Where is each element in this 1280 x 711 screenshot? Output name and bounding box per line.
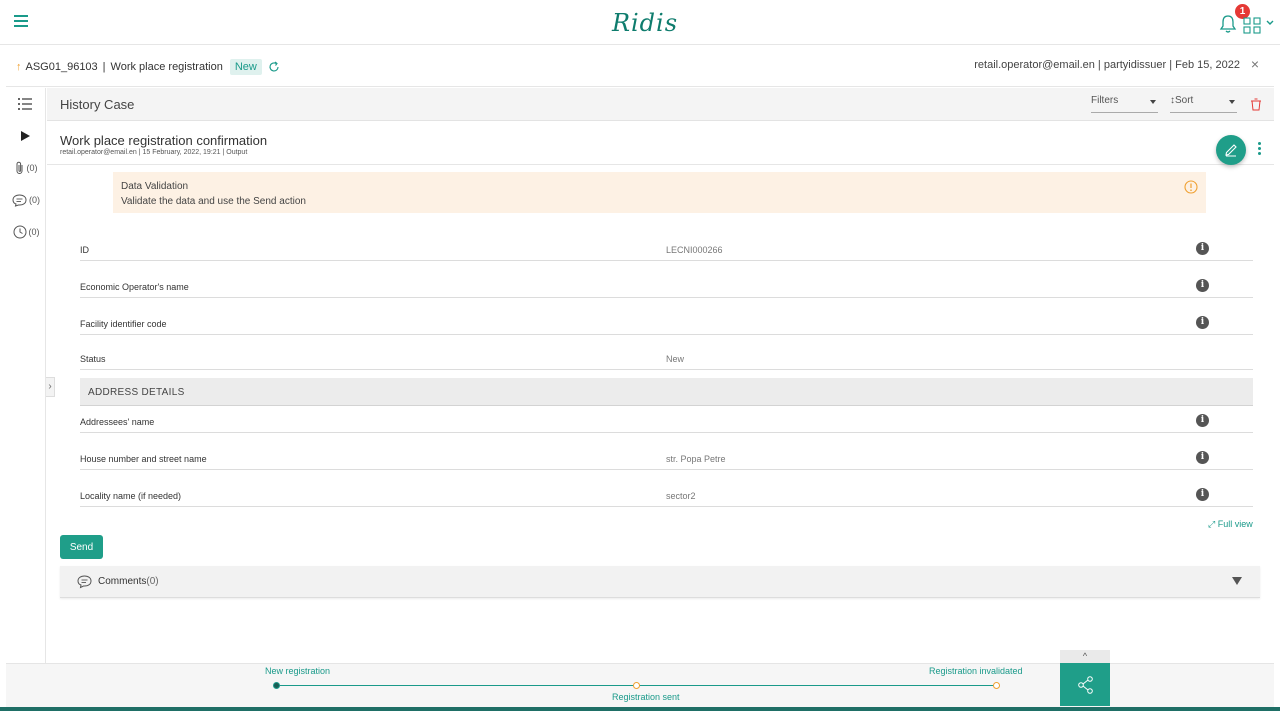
sort-label: Sort xyxy=(1175,95,1194,106)
field-row-status: Status New xyxy=(80,350,1253,370)
sidebar-item-attachments[interactable]: (0) xyxy=(6,158,46,178)
field-label: Status xyxy=(80,354,106,364)
app-logo: Ridis xyxy=(611,9,679,37)
case-id: ASG01_96103 xyxy=(25,61,98,73)
field-label: Addressees' name xyxy=(80,417,155,427)
chevron-right-icon[interactable]: › xyxy=(46,377,55,397)
caret-down-icon xyxy=(1229,100,1235,104)
comments-count: (0) xyxy=(29,195,40,205)
filters-dropdown[interactable]: Filters xyxy=(1091,95,1158,113)
field-value: str. Popa Petre xyxy=(666,454,726,464)
timeline-step-label: Registration invalidated xyxy=(929,666,1023,676)
section-title: ADDRESS DETAILS xyxy=(88,387,185,398)
timeline-step-dot[interactable] xyxy=(273,682,280,689)
comments-count: (0) xyxy=(146,576,159,587)
expand-icon: ⤢ xyxy=(1208,519,1216,529)
paperclip-icon xyxy=(16,161,22,174)
sort-dropdown[interactable]: ↕Sort xyxy=(1170,95,1237,113)
up-arrow-icon[interactable]: ↑ xyxy=(16,61,22,73)
edit-icon xyxy=(1225,144,1237,157)
clock-icon xyxy=(13,225,26,239)
address-details-header: ADDRESS DETAILS xyxy=(80,378,1253,406)
share-icon xyxy=(1078,676,1093,694)
history-count: (0) xyxy=(28,227,40,237)
info-icon[interactable]: i xyxy=(1196,242,1209,255)
field-row-locality: Locality name (if needed) sector2 i xyxy=(80,487,1253,507)
field-label: House number and street name xyxy=(80,454,207,464)
full-view-link[interactable]: ⤢ Full view xyxy=(1208,519,1253,530)
separator: | xyxy=(102,61,106,73)
history-title: History Case xyxy=(60,97,135,112)
sidebar-item-history[interactable]: (0) xyxy=(6,222,46,242)
bell-icon[interactable] xyxy=(1219,14,1237,34)
close-icon[interactable]: × xyxy=(1248,57,1262,71)
play-icon[interactable] xyxy=(6,126,46,146)
divider xyxy=(47,164,1274,165)
status-badge: New xyxy=(229,59,262,75)
field-label: Locality name (if needed) xyxy=(80,491,182,501)
warning-icon xyxy=(1184,180,1198,194)
field-row-street: House number and street name str. Popa P… xyxy=(80,450,1253,470)
filters-label: Filters xyxy=(1091,95,1119,106)
alert-title: Data Validation xyxy=(121,181,189,192)
caret-down-icon xyxy=(1150,100,1156,104)
info-icon[interactable]: i xyxy=(1196,414,1209,427)
refresh-icon[interactable] xyxy=(268,61,280,73)
apps-grid-icon[interactable] xyxy=(1243,17,1265,34)
comment-icon xyxy=(12,193,27,207)
timeline-step-dot[interactable] xyxy=(633,682,640,689)
comment-icon xyxy=(77,575,92,589)
field-value: sector2 xyxy=(666,491,696,501)
field-row-id: ID LECNI000266 i xyxy=(80,241,1253,261)
timeline-step-label: New registration xyxy=(265,666,331,676)
timeline-step-dot[interactable] xyxy=(993,682,1000,689)
info-icon[interactable]: i xyxy=(1196,316,1209,329)
list-icon[interactable] xyxy=(6,94,46,114)
comments-label: Comments(0) xyxy=(98,576,159,587)
chevron-down-icon[interactable] xyxy=(1265,18,1275,28)
field-value: New xyxy=(666,354,685,364)
validation-alert: Data Validation Validate the data and us… xyxy=(113,172,1206,213)
bottom-border xyxy=(0,707,1280,711)
case-type: Work place registration xyxy=(110,61,223,73)
field-value: LECNI000266 xyxy=(666,245,723,255)
trash-icon[interactable] xyxy=(1250,98,1262,111)
field-row-addressees-name: Addressees' name i xyxy=(80,413,1253,433)
field-label: Facility identifier code xyxy=(80,319,167,329)
history-header: History Case Filters ↕Sort xyxy=(47,88,1274,121)
field-label: ID xyxy=(80,245,89,255)
left-sidebar: (0) (0) (0) xyxy=(6,88,46,663)
more-vertical-icon[interactable] xyxy=(1254,142,1264,158)
entry-meta: retail.operator@email.en | 15 February, … xyxy=(60,149,248,156)
entry-title: Work place registration confirmation xyxy=(60,133,268,148)
timeline-step-label: Registration sent xyxy=(612,692,680,702)
info-icon[interactable]: i xyxy=(1196,451,1209,464)
sidebar-item-comments[interactable]: (0) xyxy=(6,190,46,210)
case-breadcrumb: ↑ ASG01_96103 | Work place registration … xyxy=(16,59,280,75)
user-info: retail.operator@email.en | partyidissuer… xyxy=(974,59,1240,71)
top-bar: Ridis 1 xyxy=(0,0,1280,45)
info-icon[interactable]: i xyxy=(1196,279,1209,292)
attachments-count: (0) xyxy=(26,163,38,173)
field-label: Economic Operator's name xyxy=(80,282,189,292)
field-row-economic-operator: Economic Operator's name i xyxy=(80,278,1253,298)
menu-icon[interactable] xyxy=(14,15,28,27)
full-view-label: Full view xyxy=(1217,519,1253,529)
edit-button[interactable] xyxy=(1216,135,1246,165)
share-button[interactable] xyxy=(1060,663,1110,706)
alert-message: Validate the data and use the Send actio… xyxy=(121,196,306,207)
field-row-facility-code: Facility identifier code i xyxy=(80,315,1253,335)
comments-panel[interactable]: Comments(0) xyxy=(60,566,1260,598)
case-bar: ↑ ASG01_96103 | Work place registration … xyxy=(6,45,1274,87)
info-icon[interactable]: i xyxy=(1196,488,1209,501)
chevron-up-icon[interactable]: ^ xyxy=(1060,650,1110,663)
send-button[interactable]: Send xyxy=(60,535,103,559)
caret-down-icon[interactable] xyxy=(1232,577,1242,585)
comments-title: Comments xyxy=(98,576,147,587)
